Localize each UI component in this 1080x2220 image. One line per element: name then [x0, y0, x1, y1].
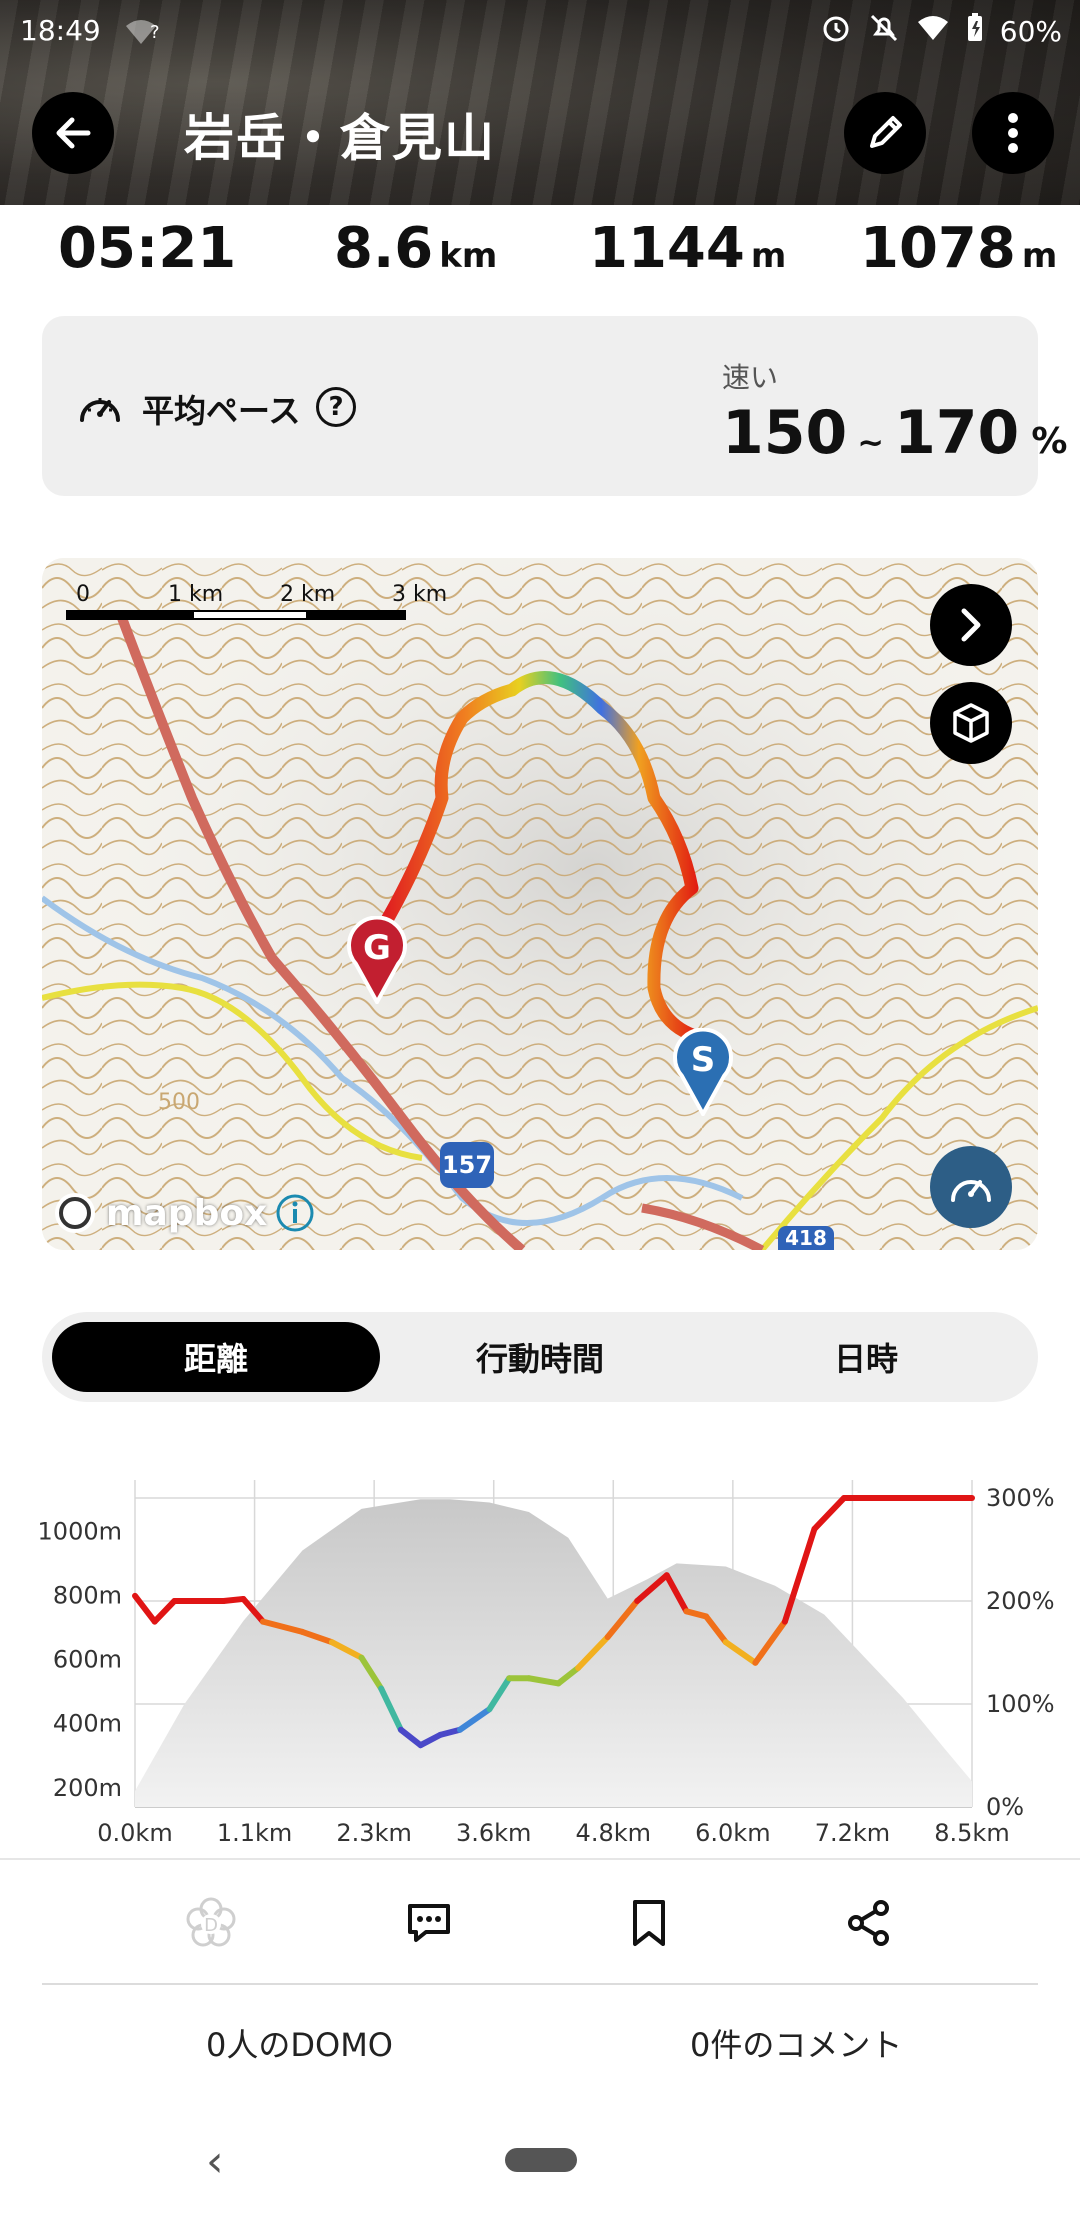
share-icon: [848, 1900, 889, 1946]
right-tick-label: 0%: [986, 1793, 1024, 1821]
stat-duration: 05:21: [58, 216, 237, 281]
arrow-left-icon: [56, 117, 91, 149]
right-tick-label: 100%: [986, 1690, 1055, 1718]
mute-icon: [868, 12, 900, 51]
left-tick-label: 800m: [53, 1581, 122, 1609]
tab-date-time[interactable]: 日時: [702, 1322, 1030, 1392]
goal-marker[interactable]: G: [346, 915, 408, 1008]
scale-label-1: 1 km: [168, 582, 224, 607]
scale-label-0: 0: [76, 582, 90, 607]
pace-speed-word: 速い: [722, 361, 779, 394]
pace-segment: [151, 1598, 178, 1625]
start-marker[interactable]: S: [672, 1027, 734, 1120]
mapbox-logo-icon: [55, 1193, 95, 1233]
stat-ascent: 1144 m: [589, 216, 787, 281]
map-3d-button[interactable]: [930, 682, 1012, 764]
share-button[interactable]: [834, 1888, 904, 1958]
edit-button[interactable]: [844, 92, 926, 174]
wifi-icon: [916, 14, 950, 49]
bookmark-icon: [633, 1900, 665, 1946]
left-tick-label: 1000m: [38, 1517, 122, 1545]
pace-segment: [132, 1592, 158, 1625]
chevron-right-icon: [961, 608, 981, 642]
x-tick-label: 0.0km: [97, 1819, 172, 1847]
alarm-icon: [820, 12, 852, 51]
road-sign-418: 418: [778, 1226, 834, 1250]
x-tick-label: 8.5km: [934, 1819, 1009, 1847]
left-tick-label: 400m: [53, 1710, 122, 1738]
road-sign-157: 157: [440, 1142, 494, 1188]
scale-label-2: 2 km: [280, 582, 336, 607]
x-tick-label: 7.2km: [815, 1819, 890, 1847]
back-button[interactable]: [32, 92, 114, 174]
right-tick-label: 200%: [986, 1587, 1055, 1615]
status-bar: 18:49 ? 60%: [0, 0, 1080, 60]
x-tick-label: 1.1km: [217, 1819, 292, 1847]
speedometer-icon: [76, 386, 124, 432]
left-tick-label: 600m: [53, 1646, 122, 1674]
tab-active-time[interactable]: 行動時間: [376, 1322, 704, 1392]
map-pace-button[interactable]: [930, 1146, 1012, 1228]
status-time: 18:49: [20, 14, 101, 47]
pencil-icon: [870, 116, 902, 148]
speedometer-icon: [951, 1180, 991, 1202]
system-home-pill[interactable]: [505, 2148, 577, 2172]
right-tick-label: 300%: [986, 1484, 1055, 1512]
pace-segment: [811, 1495, 847, 1532]
comment-icon: [408, 1904, 450, 1942]
page-title: 岩岳・倉見山: [184, 109, 496, 167]
map-expand-button[interactable]: [930, 584, 1012, 666]
comment-count[interactable]: 0件のコメント: [690, 2020, 902, 2066]
elevation-pace-chart: 0.0km 1.1km 2.3km 3.6km 4.8km 6.0km 7.2km 8.5km…: [38, 1480, 1055, 1847]
left-tick-label: 200m: [53, 1774, 122, 1802]
bookmark-button[interactable]: [614, 1888, 684, 1958]
route-map[interactable]: [42, 558, 1038, 1250]
domo-button[interactable]: D: [176, 1888, 246, 1958]
more-options-button[interactable]: [972, 92, 1054, 174]
svg-text:D: D: [204, 1915, 218, 1936]
x-tick-label: 2.3km: [336, 1819, 411, 1847]
help-icon[interactable]: ?: [316, 387, 356, 427]
stat-descent: 1078 m: [860, 216, 1058, 281]
mapbox-attribution[interactable]: mapbox: [52, 1190, 315, 1236]
tab-distance[interactable]: 距離: [52, 1322, 380, 1392]
comment-button[interactable]: [394, 1888, 464, 1958]
scale-label-3: 3 km: [392, 582, 448, 607]
domo-count[interactable]: 0人のDOMO: [206, 2020, 393, 2066]
contour-label: 500: [158, 1090, 200, 1115]
x-tick-label: 4.8km: [576, 1819, 651, 1847]
battery-percent: 60%: [999, 15, 1062, 48]
divider: [42, 1983, 1038, 1985]
cube-icon: [953, 703, 989, 743]
info-icon[interactable]: [275, 1193, 315, 1233]
system-back-button[interactable]: ‹: [206, 2136, 224, 2187]
x-tick-label: 3.6km: [456, 1819, 531, 1847]
x-tick-label: 6.0km: [695, 1819, 770, 1847]
elevation-area: [135, 1499, 972, 1807]
pace-range: 150 ~170%: [722, 398, 1068, 468]
domo-flower-icon: D: [186, 1897, 236, 1947]
stat-distance: 8.6 km: [334, 216, 498, 281]
battery-icon: [966, 13, 984, 50]
divider: [0, 1858, 1080, 1860]
pace-label: 平均ペース: [142, 392, 301, 430]
more-vertical-icon: [1008, 113, 1018, 153]
